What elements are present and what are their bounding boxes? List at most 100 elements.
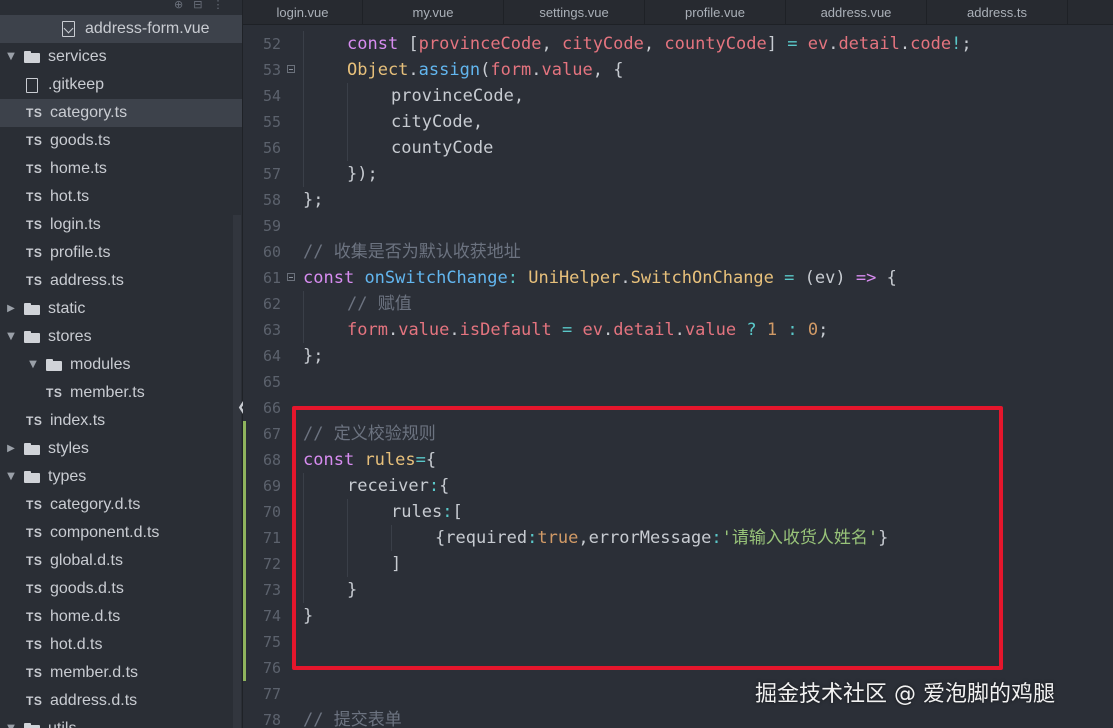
tab-login-vue[interactable]: login.vue	[243, 0, 363, 24]
tab-profile-vue[interactable]: profile.vue	[645, 0, 786, 24]
tree-file-address-form-vue[interactable]: address-form.vue	[0, 15, 242, 43]
code-token: :	[787, 320, 798, 340]
tree-item-label: global.d.ts	[50, 552, 123, 569]
code-line[interactable]: 59	[243, 213, 1113, 239]
indent-guide	[347, 83, 348, 109]
code-line[interactable]: 54 provinceCode,	[243, 83, 1113, 109]
chevron-down-icon[interactable]: ▼	[4, 50, 18, 64]
chevron-right-icon[interactable]: ▶	[4, 442, 18, 456]
tree-file-index-ts[interactable]: TS index.ts	[0, 407, 242, 435]
code-line[interactable]: 65	[243, 369, 1113, 395]
code-line[interactable]: 78 // 提交表单	[243, 707, 1113, 728]
tree-file-gitkeep[interactable]: .gitkeep	[0, 71, 242, 99]
tree-file-hot-d-ts[interactable]: TS hot.d.ts	[0, 631, 242, 659]
code-token: 0	[807, 320, 819, 340]
code-token: [	[398, 34, 419, 54]
code-token: .	[408, 60, 419, 80]
code-line[interactable]: 57});	[243, 161, 1113, 187]
tree-file-member-ts[interactable]: TS member.ts	[0, 379, 242, 407]
tree-file-address-d-ts[interactable]: TS address.d.ts	[0, 687, 242, 715]
code-token: };	[303, 346, 324, 366]
indent-guide	[347, 135, 348, 161]
more-icon[interactable]: ⋮	[212, 0, 223, 11]
code-line[interactable]: 58};	[243, 187, 1113, 213]
code-token: ,	[541, 34, 562, 54]
typescript-file-icon: TS	[26, 666, 43, 680]
chevron-down-icon[interactable]: ▼	[4, 470, 18, 484]
code-token: .	[899, 34, 911, 54]
tree-file-goods-d-ts[interactable]: TS goods.d.ts	[0, 575, 242, 603]
code-token: // 提交表单	[303, 710, 402, 728]
typescript-file-icon: TS	[26, 498, 43, 512]
tree-item-label: address.ts	[50, 272, 124, 289]
code-line[interactable]: 60 // 收集是否为默认收获地址	[243, 239, 1113, 265]
tree-item-label: goods.d.ts	[50, 580, 124, 597]
fold-toggle-icon[interactable]	[287, 273, 295, 281]
tree-folder-utils[interactable]: ▼ utils	[0, 715, 237, 728]
chevron-down-icon[interactable]: ▼	[26, 358, 40, 372]
line-number: 72	[262, 555, 281, 573]
indent-guide	[303, 317, 304, 343]
code-token: assign	[418, 60, 481, 80]
tab-my-vue[interactable]: my.vue	[363, 0, 504, 24]
code-token: ]	[766, 34, 788, 54]
chevron-down-icon[interactable]: ▼	[4, 722, 18, 728]
chevron-down-icon[interactable]: ▼	[4, 330, 18, 344]
tree-file-home-ts[interactable]: TS home.ts	[0, 155, 242, 183]
explorer-toolbar: ⊕ ⊟ ⋮	[174, 0, 223, 11]
tree-file-address-ts[interactable]: TS address.ts	[0, 267, 242, 295]
tab-address-ts[interactable]: address.ts	[927, 0, 1068, 24]
code-line[interactable]: 61 const onSwitchChange: UniHelper.Switch…	[243, 265, 1113, 291]
tree-folder-static[interactable]: ▶ static	[0, 295, 237, 323]
code-text: const onSwitchChange: UniHelper.SwitchOn…	[303, 265, 897, 291]
code-token: detail	[613, 320, 675, 340]
tree-folder-styles[interactable]: ▶ styles	[0, 435, 237, 463]
collapse-all-icon[interactable]: ⊟	[193, 0, 202, 11]
code-token: ev	[814, 268, 836, 288]
typescript-file-icon: TS	[26, 246, 43, 260]
tree-file-profile-ts[interactable]: TS profile.ts	[0, 239, 242, 267]
tree-folder-types[interactable]: ▼ types	[0, 463, 237, 491]
code-line[interactable]: 63 form.value.isDefault = ev.detail.value…	[243, 317, 1113, 343]
code-line[interactable]: 62 // 赋值	[243, 291, 1113, 317]
tree-file-category-ts[interactable]: TS category.ts	[0, 99, 242, 127]
chevron-right-icon[interactable]: ▶	[4, 302, 18, 316]
tree-item-label: component.d.ts	[50, 524, 160, 541]
tree-folder-services[interactable]: ▼ services	[0, 43, 237, 71]
tree-file-home-d-ts[interactable]: TS home.d.ts	[0, 603, 242, 631]
code-line[interactable]: 56 countyCode	[243, 135, 1113, 161]
code-text: provinceCode,	[391, 83, 524, 109]
code-token: .	[620, 268, 631, 288]
code-line[interactable]: 64};	[243, 343, 1113, 369]
line-number: 64	[262, 347, 281, 365]
code-token: const	[303, 268, 355, 288]
code-token: .	[603, 320, 614, 340]
tree-file-component-d-ts[interactable]: TS component.d.ts	[0, 519, 242, 547]
tree-file-hot-ts[interactable]: TS hot.ts	[0, 183, 242, 211]
code-line[interactable]: 55 cityCode,	[243, 109, 1113, 135]
line-number: 68	[262, 451, 281, 469]
tree-file-login-ts[interactable]: TS login.ts	[0, 211, 242, 239]
tree-folder-modules[interactable]: ▼ modules	[0, 351, 242, 379]
typescript-file-icon: TS	[46, 386, 63, 400]
code-line[interactable]: 52 const [provinceCode, cityCode, countyC…	[243, 31, 1113, 57]
fold-toggle-icon[interactable]	[287, 65, 295, 73]
tab-address-vue[interactable]: address.vue	[786, 0, 927, 24]
typescript-file-icon: TS	[26, 134, 43, 148]
line-number: 76	[262, 659, 281, 677]
tree-file-goods-ts[interactable]: TS goods.ts	[0, 127, 242, 155]
line-number: 73	[262, 581, 281, 599]
tree-file-category-d-ts[interactable]: TS category.d.ts	[0, 491, 242, 519]
tree-file-global-d-ts[interactable]: TS global.d.ts	[0, 547, 242, 575]
code-token: {	[876, 268, 897, 288]
tab-settings-vue[interactable]: settings.vue	[504, 0, 645, 24]
folder-icon	[24, 331, 40, 343]
locate-icon[interactable]: ⊕	[174, 0, 183, 11]
code-token: ,	[643, 34, 665, 54]
tree-folder-stores[interactable]: ▼ stores	[0, 323, 237, 351]
tree-file-member-d-ts[interactable]: TS member.d.ts	[0, 659, 242, 687]
code-text: countyCode	[391, 135, 493, 161]
code-line[interactable]: 53 Object.assign(form.value, {	[243, 57, 1113, 83]
explorer-scrollbar[interactable]	[233, 215, 241, 728]
